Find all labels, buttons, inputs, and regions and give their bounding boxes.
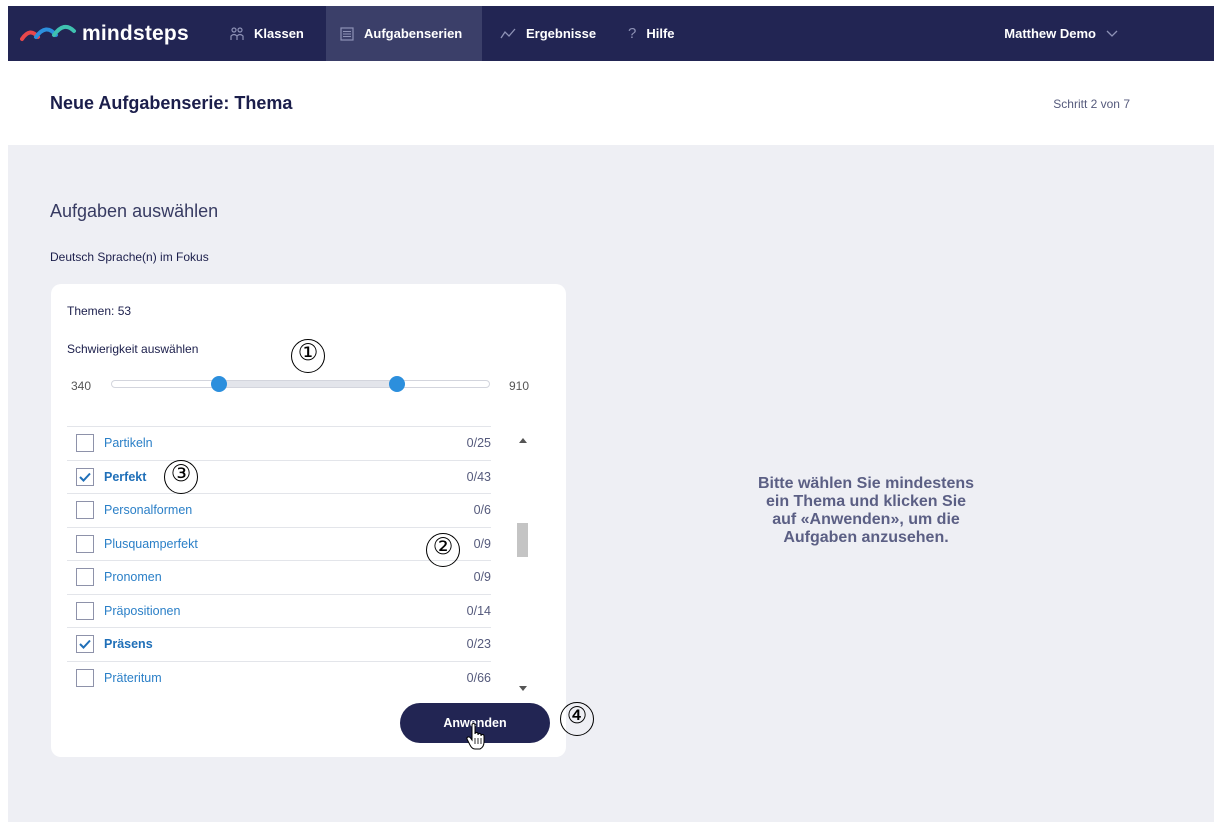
topic-count: 0/25 (466, 436, 491, 451)
subtitle: Deutsch Sprache(n) im Fokus (50, 250, 209, 264)
annotation-marker-4: ④ (560, 702, 594, 736)
user-menu[interactable]: Matthew Demo (1004, 6, 1118, 61)
topic-count: 0/14 (466, 603, 491, 618)
app-frame: mindsteps Klassen Aufgabenserien Ergebni… (8, 6, 1214, 822)
themen-count: Themen: 53 (67, 304, 132, 318)
slider-max-label: 910 (509, 379, 530, 393)
topic-row[interactable]: Personalformen 0/6 (67, 493, 491, 527)
topic-row[interactable]: Präteritum 0/66 (67, 660, 491, 689)
topic-row[interactable]: Präpositionen 0/14 (67, 593, 491, 628)
topic-checkbox[interactable] (76, 601, 94, 620)
nav-item-label: Aufgabenserien (364, 26, 463, 41)
topic-list-scrollbar[interactable] (516, 424, 530, 691)
logo-icon (20, 24, 76, 41)
topic-row[interactable]: Partikeln 0/25 (67, 426, 491, 460)
chevron-down-icon (1106, 30, 1118, 38)
topic-row[interactable]: Perfekt 0/43 (67, 459, 491, 494)
slider-min-label: 340 (71, 379, 92, 393)
topic-checkbox[interactable] (76, 534, 94, 553)
people-icon (230, 26, 244, 41)
checkmark-icon (79, 472, 91, 482)
nav-item-label: Ergebnisse (526, 26, 597, 41)
topic-checkbox[interactable] (76, 635, 94, 654)
nav-item-label: Klassen (254, 26, 304, 41)
topic-label[interactable]: Personalformen (104, 503, 192, 517)
scrollbar-thumb[interactable] (517, 523, 528, 557)
scroll-up-arrow-icon[interactable] (519, 430, 527, 448)
topic-count: 0/9 (473, 570, 491, 585)
top-navbar: mindsteps Klassen Aufgabenserien Ergebni… (8, 6, 1214, 61)
topic-checkbox[interactable] (76, 434, 94, 453)
question-icon: ? (628, 25, 637, 42)
nav-item-klassen[interactable]: Klassen (216, 6, 318, 61)
topic-label[interactable]: Partikeln (104, 436, 153, 450)
topic-count: 0/9 (473, 536, 491, 551)
topic-checkbox[interactable] (76, 668, 94, 687)
topic-count: 0/6 (473, 503, 491, 518)
topic-checkbox[interactable] (76, 467, 94, 486)
hand-cursor-icon (466, 722, 488, 756)
topic-label[interactable]: Plusquamperfekt (104, 537, 198, 551)
topic-count: 0/66 (466, 670, 491, 685)
chart-icon (500, 28, 516, 40)
step-indicator: Schritt 2 von 7 (1053, 97, 1130, 111)
topic-count: 0/43 (466, 469, 491, 484)
slider-selected-range (219, 381, 398, 387)
page-title: Neue Aufgabenserie: Thema (50, 93, 293, 113)
logo[interactable]: mindsteps (20, 18, 189, 50)
checkmark-icon (79, 640, 91, 650)
annotation-marker-2: ② (426, 533, 460, 567)
empty-state-hint: Bitte wählen Sie mindestens ein Thema un… (757, 475, 975, 546)
slider-handle-min[interactable] (211, 376, 227, 392)
topic-label[interactable]: Präpositionen (104, 604, 180, 618)
topic-row[interactable]: Pronomen 0/9 (67, 560, 491, 594)
user-name: Matthew Demo (1004, 26, 1096, 41)
annotation-marker-3: ③ (164, 460, 198, 494)
topic-label[interactable]: Pronomen (104, 570, 162, 584)
topic-row[interactable]: Präsens 0/23 (67, 627, 491, 661)
difficulty-label: Schwierigkeit auswählen (67, 342, 199, 356)
nav-item-label: Hilfe (646, 26, 675, 41)
section-title: Aufgaben auswählen (50, 201, 219, 221)
slider-handle-max[interactable] (389, 376, 406, 392)
annotation-marker-1: ① (291, 339, 325, 373)
topic-checkbox[interactable] (76, 568, 94, 587)
nav-item-hilfe[interactable]: ? Hilfe (614, 6, 689, 61)
topic-count: 0/23 (466, 637, 491, 652)
page-header: Neue Aufgabenserie: Thema Schritt 2 von … (8, 61, 1214, 145)
topic-label[interactable]: Präsens (104, 637, 153, 651)
scroll-down-arrow-icon[interactable] (519, 678, 527, 696)
list-icon (340, 26, 354, 41)
topic-label[interactable]: Perfekt (104, 470, 146, 484)
topic-label[interactable]: Präteritum (104, 671, 162, 685)
topic-checkbox[interactable] (76, 501, 94, 520)
logo-text: mindsteps (82, 22, 189, 45)
nav-item-ergebnisse[interactable]: Ergebnisse (486, 6, 610, 61)
nav-item-aufgabenserien[interactable]: Aufgabenserien (326, 6, 482, 61)
